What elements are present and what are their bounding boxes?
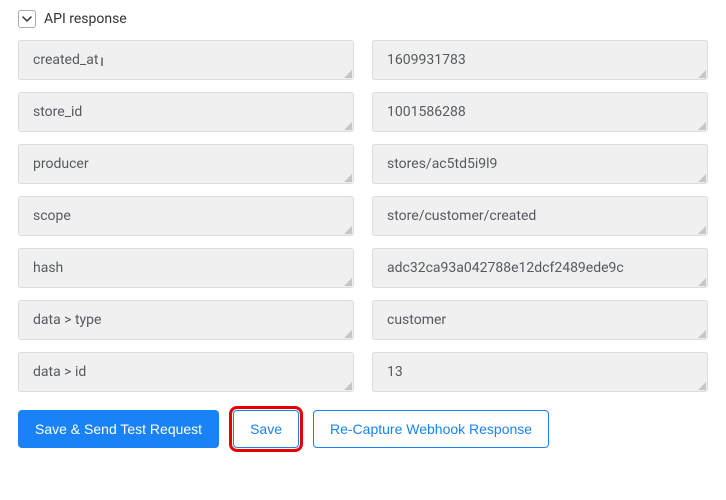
key-text: producer xyxy=(33,156,89,172)
value-text: store/customer/created xyxy=(387,208,536,224)
value-text: 1001586288 xyxy=(387,104,466,120)
save-button[interactable]: Save xyxy=(233,410,299,448)
key-text: scope xyxy=(33,208,71,224)
response-row: data > id 13 xyxy=(18,352,708,392)
section-title: API response xyxy=(44,11,127,27)
value-field-hash[interactable]: adc32ca93a042788e12dcf2489ede9c xyxy=(372,248,708,288)
response-row: store_id 1001586288 xyxy=(18,92,708,132)
value-text: customer xyxy=(387,312,446,328)
button-bar: Save & Send Test Request Save Re-Capture… xyxy=(18,410,708,448)
key-text: store_id xyxy=(33,104,82,120)
value-field-store-id[interactable]: 1001586288 xyxy=(372,92,708,132)
expand-toggle[interactable] xyxy=(18,10,36,28)
response-row: scope store/customer/created xyxy=(18,196,708,236)
key-field-data-type[interactable]: data > type xyxy=(18,300,354,340)
value-text: 13 xyxy=(387,364,403,380)
key-field-hash[interactable]: hash xyxy=(18,248,354,288)
value-text: stores/ac5td5i9l9 xyxy=(387,156,497,172)
response-row: created_atI 1609931783 xyxy=(18,40,708,80)
response-row: data > type customer xyxy=(18,300,708,340)
key-text: created_at xyxy=(33,52,98,68)
value-text: 1609931783 xyxy=(387,52,466,68)
value-field-producer[interactable]: stores/ac5td5i9l9 xyxy=(372,144,708,184)
chevron-down-icon xyxy=(22,14,32,24)
key-text: hash xyxy=(33,260,63,276)
text-cursor: I xyxy=(100,55,103,69)
key-field-data-id[interactable]: data > id xyxy=(18,352,354,392)
key-field-created-at[interactable]: created_atI xyxy=(18,40,354,80)
key-field-producer[interactable]: producer xyxy=(18,144,354,184)
recapture-webhook-button[interactable]: Re-Capture Webhook Response xyxy=(313,410,549,448)
key-text: data > type xyxy=(33,312,101,328)
key-text: data > id xyxy=(33,364,86,380)
key-field-scope[interactable]: scope xyxy=(18,196,354,236)
value-field-scope[interactable]: store/customer/created xyxy=(372,196,708,236)
response-row: producer stores/ac5td5i9l9 xyxy=(18,144,708,184)
save-send-test-button[interactable]: Save & Send Test Request xyxy=(18,410,219,448)
value-field-data-id[interactable]: 13 xyxy=(372,352,708,392)
key-field-store-id[interactable]: store_id xyxy=(18,92,354,132)
value-field-created-at[interactable]: 1609931783 xyxy=(372,40,708,80)
value-text: adc32ca93a042788e12dcf2489ede9c xyxy=(387,260,624,276)
section-header: API response xyxy=(18,10,708,28)
response-row: hash adc32ca93a042788e12dcf2489ede9c xyxy=(18,248,708,288)
value-field-data-type[interactable]: customer xyxy=(372,300,708,340)
